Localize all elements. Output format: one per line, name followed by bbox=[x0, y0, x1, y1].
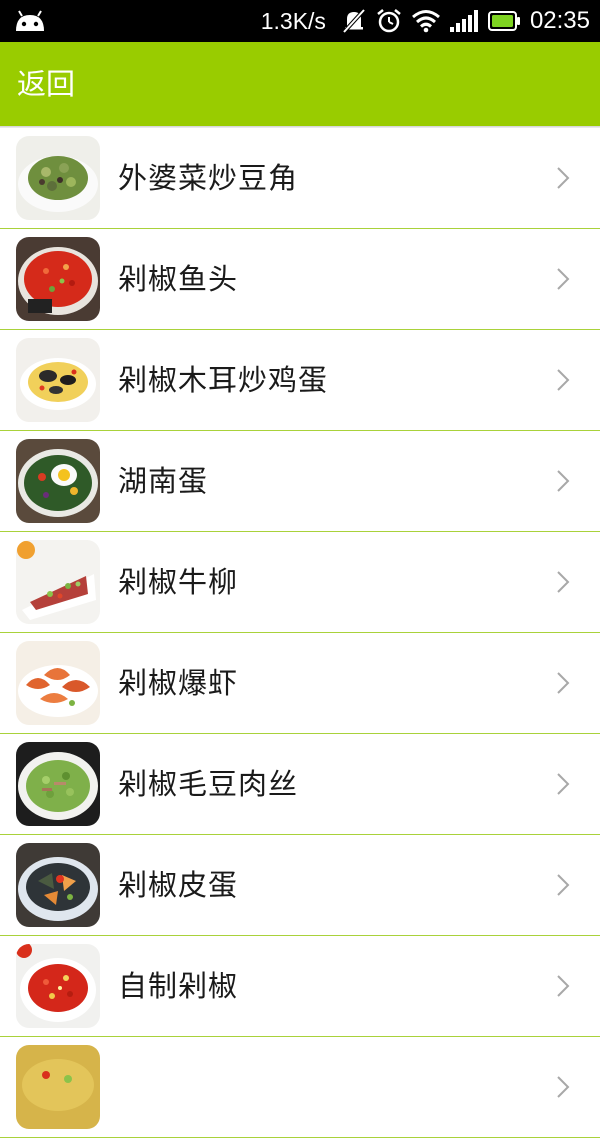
recipe-name: 剁椒毛豆肉丝 bbox=[118, 767, 299, 801]
net-speed: 1.3K/s bbox=[260, 7, 326, 34]
clock: 02:35 bbox=[529, 7, 590, 34]
battery-icon bbox=[487, 11, 520, 31]
recipe-item[interactable]: 外婆菜炒豆角 bbox=[0, 128, 600, 229]
alarm-icon bbox=[377, 9, 401, 33]
chevron-right-icon bbox=[557, 470, 570, 492]
recipe-thumbnail bbox=[16, 439, 100, 523]
recipe-list: 外婆菜炒豆角 剁椒鱼头 剁椒木耳炒鸡蛋 湖南蛋 剁椒牛柳 剁椒爆虾 剁椒毛豆肉丝… bbox=[0, 128, 600, 1138]
recipe-thumbnail bbox=[16, 641, 100, 725]
recipe-thumbnail bbox=[16, 540, 100, 624]
chevron-right-icon bbox=[557, 975, 570, 997]
wifi-icon bbox=[411, 10, 440, 33]
recipe-thumbnail bbox=[16, 1045, 100, 1129]
recipe-item[interactable]: 剁椒毛豆肉丝 bbox=[0, 734, 600, 835]
recipe-thumbnail bbox=[16, 136, 100, 220]
recipe-thumbnail bbox=[16, 742, 100, 826]
recipe-name: 剁椒爆虾 bbox=[118, 666, 239, 700]
chevron-right-icon bbox=[557, 773, 570, 795]
recipe-name: 自制剁椒 bbox=[118, 969, 239, 1003]
recipe-name: 剁椒鱼头 bbox=[118, 262, 239, 296]
notifications-off-icon bbox=[342, 8, 366, 34]
signal-icon bbox=[449, 10, 478, 32]
recipe-item[interactable] bbox=[0, 1037, 600, 1138]
android-icon bbox=[16, 10, 44, 31]
chevron-right-icon bbox=[557, 571, 570, 593]
recipe-thumbnail bbox=[16, 843, 100, 927]
chevron-right-icon bbox=[557, 268, 570, 290]
recipe-name: 外婆菜炒豆角 bbox=[118, 161, 299, 195]
chevron-right-icon bbox=[557, 167, 570, 189]
recipe-thumbnail bbox=[16, 237, 100, 321]
recipe-thumbnail bbox=[16, 944, 100, 1028]
recipe-name: 湖南蛋 bbox=[118, 464, 209, 498]
chevron-right-icon bbox=[557, 672, 570, 694]
chevron-right-icon bbox=[557, 1076, 570, 1098]
app-header: 返回 bbox=[0, 42, 600, 126]
recipe-item[interactable]: 剁椒木耳炒鸡蛋 bbox=[0, 330, 600, 431]
recipe-item[interactable]: 剁椒爆虾 bbox=[0, 633, 600, 734]
recipe-thumbnail bbox=[16, 338, 100, 422]
chevron-right-icon bbox=[557, 369, 570, 391]
recipe-name: 剁椒皮蛋 bbox=[118, 868, 239, 902]
status-bar: 1.3K/s 02:35 bbox=[0, 0, 600, 42]
recipe-item[interactable]: 剁椒牛柳 bbox=[0, 532, 600, 633]
recipe-name: 剁椒牛柳 bbox=[118, 565, 239, 599]
recipe-item[interactable]: 自制剁椒 bbox=[0, 936, 600, 1037]
recipe-name: 剁椒木耳炒鸡蛋 bbox=[118, 363, 329, 397]
recipe-item[interactable]: 湖南蛋 bbox=[0, 431, 600, 532]
back-button[interactable]: 返回 bbox=[17, 42, 75, 126]
recipe-item[interactable]: 剁椒皮蛋 bbox=[0, 835, 600, 936]
recipe-item[interactable]: 剁椒鱼头 bbox=[0, 229, 600, 330]
chevron-right-icon bbox=[557, 874, 570, 896]
